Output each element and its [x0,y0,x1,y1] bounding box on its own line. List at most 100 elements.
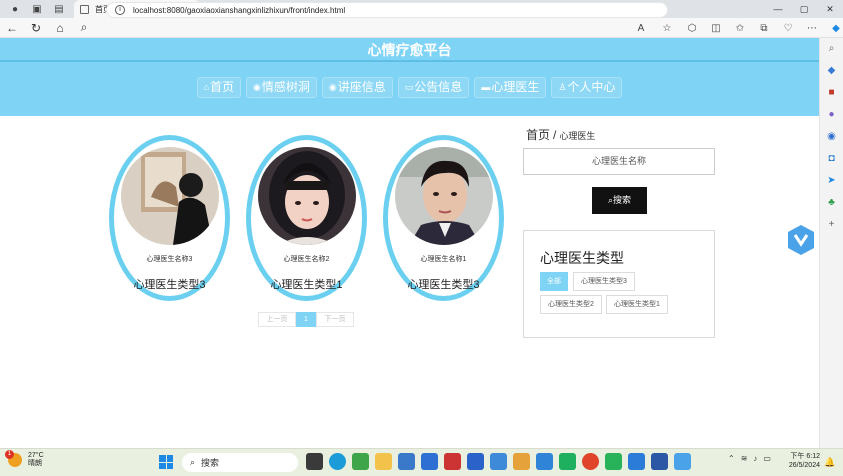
edge-icon[interactable] [329,453,346,470]
close-window-button[interactable]: ✕ [817,0,843,18]
sidebar-people-icon[interactable]: ● [820,104,843,126]
url-actions: A ☆ [628,18,680,38]
minimize-button[interactable]: — [765,0,791,18]
nav-announcements[interactable]: ▭ 公告信息 [397,77,470,98]
read-aloud-icon[interactable]: A [628,23,654,34]
sidebar-send-icon[interactable]: ➤ [820,170,843,192]
wifi-icon[interactable]: ≋ [741,454,748,463]
nav-lectures[interactable]: ◉ 讲座信息 [321,77,393,98]
doctor-type: 心理医生类型3 [407,279,480,291]
battery-icon[interactable]: ▭ [763,454,771,463]
doctor-card[interactable]: 心理医生名称3 心理医生类型3 [109,135,230,301]
workspaces-icon[interactable]: ▣ [30,2,44,16]
word-icon[interactable] [651,453,668,470]
search-icon: ⌕ [190,457,196,467]
browser-essentials-icon[interactable]: ♡ [776,23,800,34]
clock-time: 下午 6:12 [790,453,820,460]
breadcrumb-home[interactable]: 首页 [526,128,550,142]
breadcrumb-current: 心理医生 [559,131,596,141]
weather-sun-icon: 1 [5,450,22,467]
site-info-icon[interactable]: i [115,5,125,15]
weather-widget[interactable]: 1 27°C 晴朗 [5,450,44,468]
nav-home[interactable]: ⌂ 首页 [196,77,242,98]
split-screen-icon[interactable]: ◫ [704,23,728,34]
app-icon[interactable] [513,453,530,470]
prev-page-button[interactable]: 上一页 [258,312,296,327]
nav-label: 首页 [210,80,235,94]
taskbar-apps [306,453,691,470]
doctor-card[interactable]: 心理医生名称2 心理医生类型1 [246,135,367,301]
collections-icon[interactable]: ⧉ [752,23,776,34]
sidebar-add-icon[interactable]: + [820,214,843,236]
task-view-icon[interactable] [306,453,323,470]
nav-label: 个人中心 [567,80,616,94]
file-explorer-icon[interactable] [375,453,392,470]
url-field[interactable]: i localhost:8080/gaoxiaoxianshangxinlizh… [106,2,668,18]
doctor-name: 心理医生名称2 [283,256,330,263]
nav-label: 讲座信息 [337,80,386,94]
search-button[interactable]: ⌕搜索 [592,187,647,214]
sidebar-search-icon[interactable]: ⌕ [820,38,843,60]
app-icon[interactable] [467,453,484,470]
floating-assistant-icon[interactable] [786,224,816,256]
nav-doctors[interactable]: ▬ 心理医生 [474,77,547,98]
copilot-icon[interactable]: ◆ [824,23,843,34]
weather-temp: 27°C [28,452,44,459]
refresh-icon[interactable]: ↻ [24,21,48,35]
doctor-type: 心理医生类型1 [270,279,343,291]
start-button[interactable] [159,455,173,469]
chrome-icon[interactable] [582,453,599,470]
breadcrumb: 首页 / 心理医生 [526,126,595,143]
favorites-icon[interactable]: ✩ [728,23,752,34]
back-arrow-icon[interactable]: ← [0,21,24,35]
app-icon[interactable] [536,453,553,470]
sidebar-tag-icon[interactable]: ◆ [820,60,843,82]
sidebar-outlook-icon[interactable]: ◘ [820,148,843,170]
app-icon[interactable] [559,453,576,470]
volume-icon[interactable]: ♪ [753,454,757,463]
taskbar-search[interactable]: ⌕ 搜索 [182,453,298,472]
breadcrumb-separator: / [553,128,557,142]
nav-label: 心理医生 [491,80,540,94]
app-icon[interactable] [628,453,645,470]
next-page-button[interactable]: 下一页 [316,312,354,327]
notification-bell-icon[interactable]: 🔔 [824,457,835,468]
favorite-star-icon[interactable]: ☆ [654,23,680,34]
type-chip[interactable]: 心理医生类型2 [540,295,602,314]
app-icon[interactable] [421,453,438,470]
app-icon[interactable] [444,453,461,470]
sidebar-office-icon[interactable]: ◉ [820,126,843,148]
doctor-type: 心理医生类型3 [133,279,206,291]
type-chip-all[interactable]: 全部 [540,272,568,291]
nav-emotion-treehole[interactable]: ◉ 情感树洞 [246,77,317,98]
app-icon[interactable] [490,453,507,470]
extensions-icon[interactable]: ⬡ [680,23,704,34]
type-chip[interactable]: 心理医生类型3 [573,272,635,291]
profile-icon[interactable]: ● [8,2,22,16]
sidebar-tree-icon[interactable]: ♣ [820,192,843,214]
clock-date: 26/5/2024 [788,462,820,469]
sidebar-toolbox-icon[interactable]: ■ [820,82,843,104]
tab-actions-icon[interactable]: ▤ [52,2,66,16]
system-clock[interactable]: 下午 6:12 26/5/2024 [784,452,820,470]
edge-dev-icon[interactable] [352,453,369,470]
doctor-card[interactable]: 心理医生名称1 心理医生类型3 [383,135,504,301]
home-button-icon[interactable]: ⌂ [48,21,72,35]
type-chip[interactable]: 心理医生类型1 [606,295,668,314]
current-page-button[interactable]: 1 [296,312,316,327]
photos-icon[interactable] [398,453,415,470]
doctor-name-search-input[interactable]: 心理医生名称 [523,148,715,175]
chevron-up-icon[interactable]: ⌃ [728,454,735,463]
wechat-icon[interactable] [605,453,622,470]
doctor-name: 心理医生名称1 [420,256,467,263]
notification-badge: 1 [5,450,14,459]
more-menu-icon[interactable]: ⋯ [800,23,824,34]
app-icon[interactable] [674,453,691,470]
site-title: 心情疗愈平台 [367,42,452,58]
search-icon[interactable]: ⌕ [72,20,96,35]
maximize-button[interactable]: ▢ [791,0,817,18]
nav-personal-center[interactable]: ♙ 个人中心 [551,77,623,98]
header-divider [0,60,819,62]
user-icon: ♙ [558,82,567,92]
doctor-avatar [258,147,356,245]
